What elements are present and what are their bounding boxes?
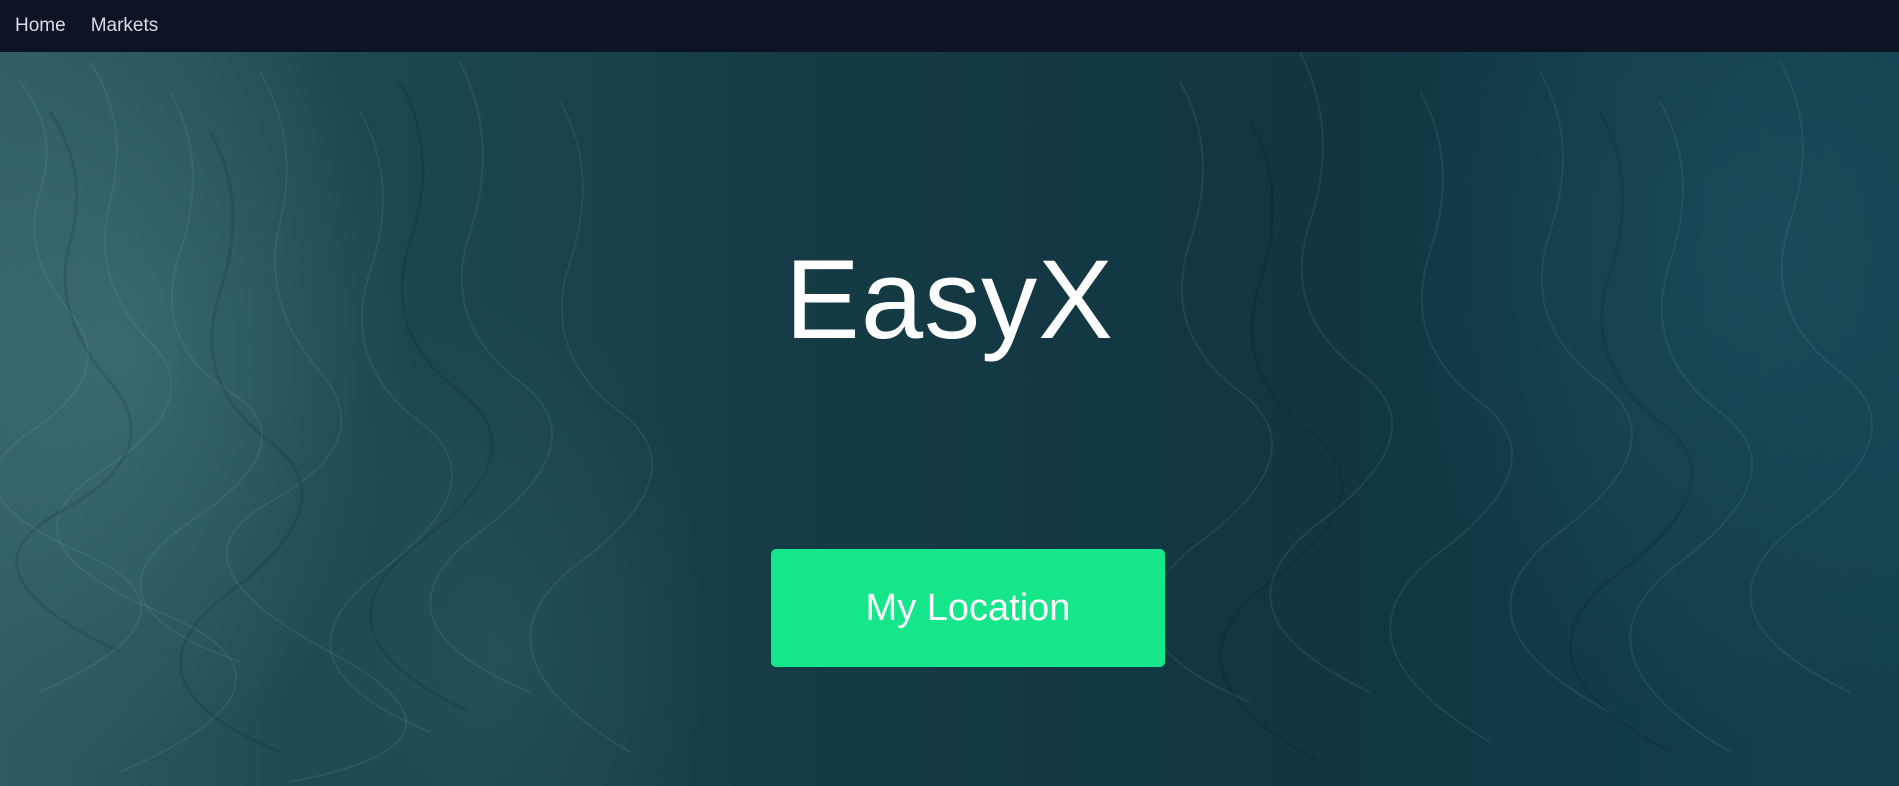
nav-link-home[interactable]: Home [15, 15, 66, 37]
my-location-button[interactable]: My Location [771, 549, 1165, 667]
nav-link-markets[interactable]: Markets [91, 15, 159, 37]
top-navbar: Home Markets [0, 0, 1899, 52]
water-texture-background [0, 52, 1873, 783]
hero-title: EasyX [785, 237, 1114, 362]
hero-section: EasyX My Location [0, 52, 1899, 786]
